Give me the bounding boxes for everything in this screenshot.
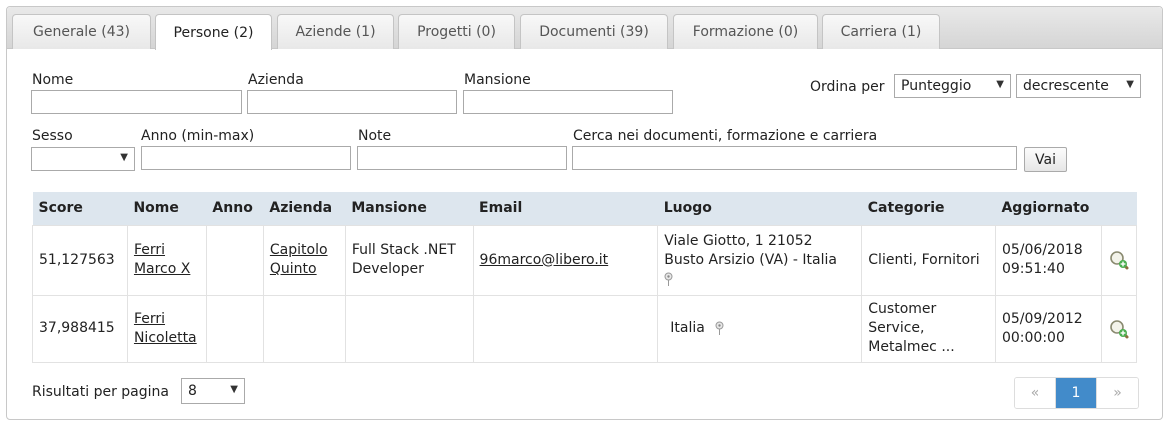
mansione-label: Mansione [464, 72, 531, 88]
pagination: « 1 » [1014, 377, 1139, 409]
cell-luogo: Viale Giotto, 1 21052 Busto Arsizio (VA) … [657, 224, 863, 296]
cell-anno [205, 294, 264, 363]
tab-aziende[interactable]: Aziende (1) [277, 14, 394, 49]
map-pin-icon[interactable] [664, 272, 673, 286]
sesso-select[interactable]: ▼ [31, 147, 135, 171]
chevron-down-icon: ▼ [120, 152, 128, 163]
tab-carriera[interactable]: Carriera (1) [822, 14, 940, 49]
cell-aggiornato: 05/09/2012 00:00:00 [994, 294, 1102, 363]
search-results-panel: Generale (43) Persone (2) Aziende (1) Pr… [6, 6, 1163, 420]
results-table: Score Nome Anno Azienda Mansione Email L… [32, 192, 1138, 363]
tab-documenti[interactable]: Documenti (39) [520, 14, 668, 49]
cell-azienda [262, 294, 346, 363]
tab-persone[interactable]: Persone (2) [155, 14, 272, 50]
cell-anno [205, 224, 264, 296]
table-header-row: Score Nome Anno Azienda Mansione Email L… [32, 192, 1137, 225]
cell-email [472, 294, 659, 363]
ordina-per-label: Ordina per [810, 79, 885, 95]
pager-page-1[interactable]: 1 [1056, 378, 1097, 408]
cell-mansione [344, 294, 474, 363]
cell-actions [1100, 294, 1138, 363]
azienda-label: Azienda [248, 72, 304, 88]
per-page-select[interactable]: 8 ▼ [181, 378, 245, 404]
cerca-input[interactable] [572, 146, 1017, 170]
per-page-label: Risultati per pagina [32, 384, 169, 400]
header-categorie[interactable]: Categorie [861, 192, 996, 225]
sort-direction-value: decrescente [1023, 78, 1109, 94]
header-aggiornato[interactable]: Aggiornato [995, 192, 1102, 225]
sort-field-select[interactable]: Punteggio ▼ [894, 74, 1011, 98]
chevron-down-icon: ▼ [1126, 79, 1134, 90]
cell-actions [1100, 224, 1138, 296]
sort-field-value: Punteggio [901, 78, 972, 94]
email-link[interactable]: 96marco@libero.it [480, 252, 609, 268]
header-mansione[interactable]: Mansione [345, 192, 474, 225]
azienda-input[interactable] [247, 90, 457, 114]
nome-label: Nome [32, 72, 74, 88]
anno-label: Anno (min-max) [141, 128, 255, 144]
header-email[interactable]: Email [473, 192, 658, 225]
cell-luogo: Italia [657, 294, 863, 363]
cell-nome: Ferri Marco X [126, 224, 207, 296]
tab-formazione[interactable]: Formazione (0) [673, 14, 818, 49]
per-page-value: 8 [188, 383, 197, 399]
cell-categorie: Customer Service, Metalmec ... [861, 294, 996, 363]
header-anno[interactable]: Anno [206, 192, 264, 225]
vai-button[interactable]: Vai [1024, 147, 1067, 172]
mansione-input[interactable] [463, 90, 673, 114]
cell-mansione: Full Stack .NET Developer [344, 224, 474, 296]
header-actions [1101, 192, 1137, 225]
cell-categorie: Clienti, Fornitori [861, 224, 996, 296]
note-label: Note [358, 128, 392, 144]
map-pin-icon[interactable] [715, 321, 724, 335]
header-azienda[interactable]: Azienda [263, 192, 346, 225]
tab-generale[interactable]: Generale (43) [12, 14, 151, 49]
company-link[interactable]: Capitolo Quinto [270, 242, 328, 277]
header-score[interactable]: Score [32, 192, 128, 225]
table-row: 37,988415 Ferri Nicoletta Italia Customer… [32, 294, 1138, 363]
anno-input[interactable] [141, 146, 351, 170]
table-row: 51,127563 Ferri Marco X Capitolo Quinto Fu… [32, 224, 1138, 296]
cerca-label: Cerca nei documenti, formazione e carrie… [573, 128, 878, 144]
cell-nome: Ferri Nicoletta [126, 294, 207, 363]
tab-bar: Generale (43) Persone (2) Aziende (1) Pr… [7, 7, 1162, 50]
cell-aggiornato: 05/06/2018 09:51:40 [994, 224, 1102, 296]
cell-email: 96marco@libero.it [472, 224, 659, 296]
pager-next-button[interactable]: » [1097, 378, 1138, 408]
magnifier-plus-icon[interactable] [1108, 318, 1130, 340]
person-link[interactable]: Ferri Nicoletta [134, 311, 197, 346]
magnifier-plus-icon[interactable] [1108, 249, 1130, 271]
chevron-down-icon: ▼ [230, 384, 238, 395]
sesso-label: Sesso [32, 128, 73, 144]
header-nome[interactable]: Nome [127, 192, 207, 225]
nome-input[interactable] [31, 90, 242, 114]
cell-azienda: Capitolo Quinto [262, 224, 346, 296]
note-input[interactable] [357, 146, 567, 170]
cell-score: 51,127563 [32, 224, 128, 296]
pager-prev-button[interactable]: « [1015, 378, 1056, 408]
cell-score: 37,988415 [32, 294, 128, 363]
tab-progetti[interactable]: Progetti (0) [398, 14, 515, 49]
header-luogo[interactable]: Luogo [657, 192, 862, 225]
chevron-down-icon: ▼ [996, 79, 1004, 90]
person-link[interactable]: Ferri Marco X [134, 242, 190, 277]
sort-direction-select[interactable]: decrescente ▼ [1016, 74, 1141, 98]
